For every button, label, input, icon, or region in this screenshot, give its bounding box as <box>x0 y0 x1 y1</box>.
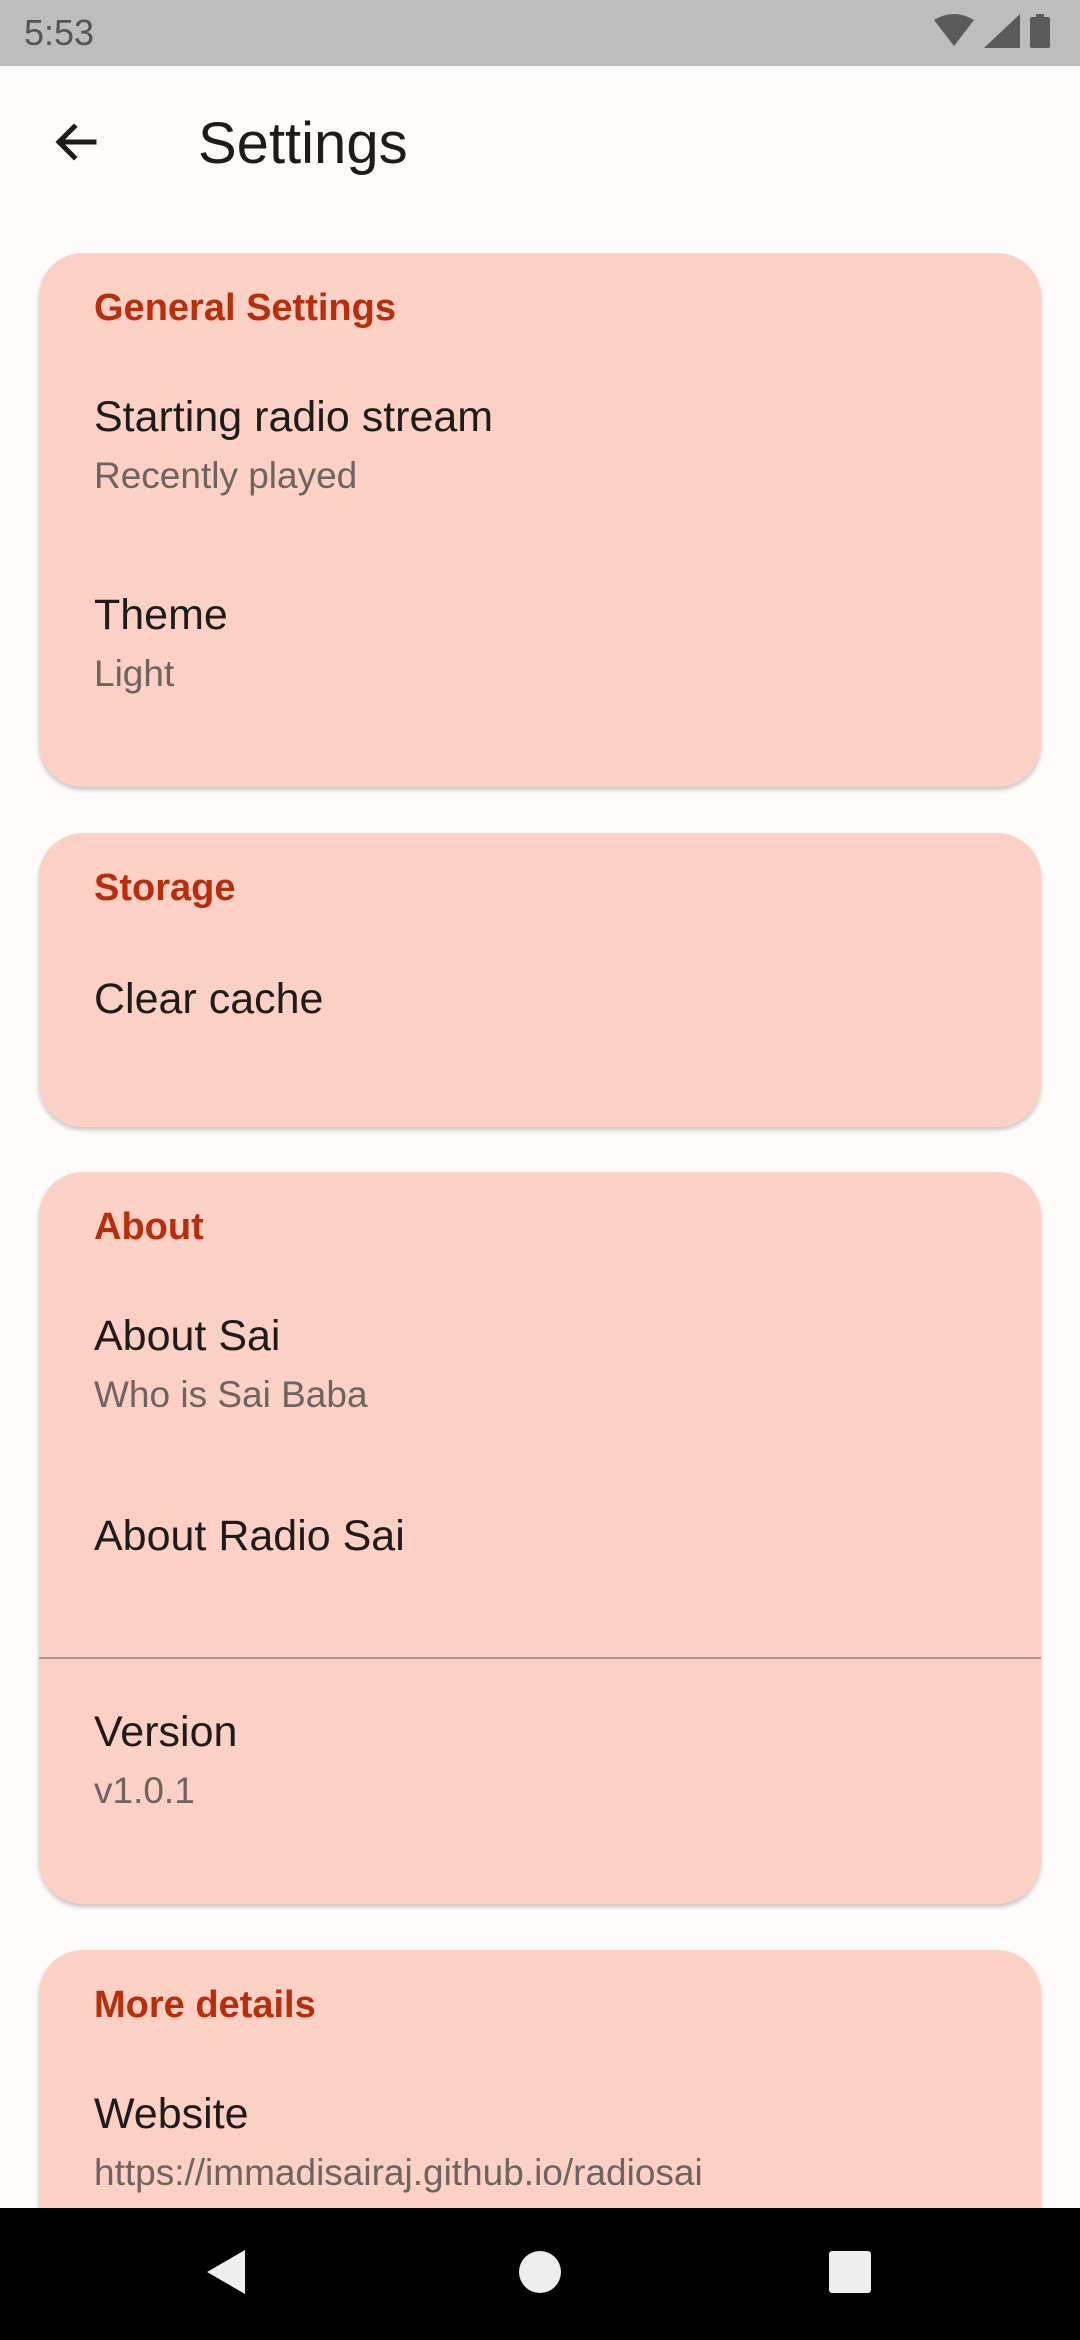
nav-back-icon <box>203 2247 249 2302</box>
nav-recents-icon <box>828 2250 872 2299</box>
item-title: About Sai <box>94 1312 281 1360</box>
status-time: 5:53 <box>24 12 95 53</box>
wifi-icon <box>934 13 974 53</box>
clear-cache-item[interactable]: Clear cache <box>39 943 1041 1063</box>
item-title: Website <box>94 2090 249 2138</box>
item-title: Clear cache <box>94 975 324 1023</box>
nav-home-icon <box>518 2250 562 2299</box>
signal-icon <box>984 13 1020 53</box>
starting-radio-stream-item[interactable]: Starting radio stream Recently played <box>39 383 1041 523</box>
theme-item[interactable]: Theme Light <box>39 581 1041 721</box>
about-card: About About Sai Who is Sai Baba About Ra… <box>39 1172 1041 1904</box>
storage-card: Storage Clear cache <box>39 833 1041 1127</box>
website-url: https://immadisairaj.github.io/radiosai <box>94 2152 703 2193</box>
section-header-storage: Storage <box>94 867 236 909</box>
status-bar: 5:53 <box>0 0 1080 66</box>
section-header-general: General Settings <box>94 287 396 329</box>
navigation-bar <box>0 2208 1080 2340</box>
item-title: About Radio Sai <box>94 1512 405 1560</box>
back-button[interactable] <box>36 104 116 184</box>
item-subtitle: Who is Sai Baba <box>94 1374 368 1415</box>
status-icons <box>934 13 1050 53</box>
website-item[interactable]: Website https://immadisairaj.github.io/r… <box>39 2080 1041 2220</box>
item-title: Starting radio stream <box>94 393 494 441</box>
battery-icon <box>1030 13 1050 53</box>
item-value: Recently played <box>94 455 358 496</box>
item-title: Theme <box>94 591 228 639</box>
nav-back-button[interactable] <box>196 2244 256 2304</box>
general-settings-card: General Settings Starting radio stream R… <box>39 253 1041 787</box>
item-value: v1.0.1 <box>94 1770 195 1811</box>
nav-recents-button[interactable] <box>820 2244 880 2304</box>
section-header-more-details: More details <box>94 1984 316 2026</box>
arrow-back-icon <box>52 118 100 171</box>
page-title: Settings <box>198 111 408 176</box>
divider <box>39 1657 1041 1659</box>
nav-home-button[interactable] <box>510 2244 570 2304</box>
item-title: Version <box>94 1708 238 1756</box>
about-radio-sai-item[interactable]: About Radio Sai <box>39 1462 1041 1602</box>
app-bar: Settings <box>0 66 1080 216</box>
section-header-about: About <box>94 1206 204 1248</box>
item-value: Light <box>94 653 175 694</box>
about-sai-item[interactable]: About Sai Who is Sai Baba <box>39 1302 1041 1442</box>
version-item: Version v1.0.1 <box>39 1698 1041 1838</box>
